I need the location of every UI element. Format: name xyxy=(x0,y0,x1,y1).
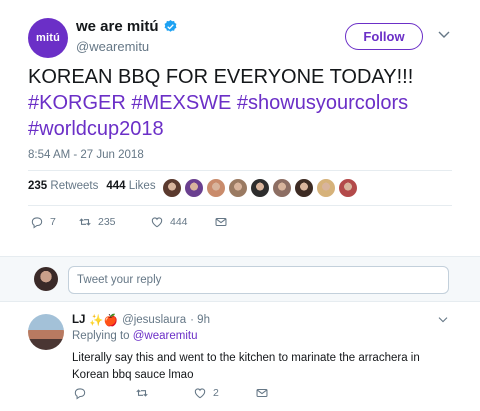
envelope-icon xyxy=(215,217,227,227)
author-avatar[interactable]: mitú xyxy=(28,18,68,58)
reply-reply-action[interactable] xyxy=(73,386,135,400)
retweet-action[interactable]: 235 xyxy=(78,215,150,229)
reply-count: 7 xyxy=(50,216,56,228)
divider xyxy=(28,170,452,171)
liker-avatars xyxy=(162,178,358,198)
divider xyxy=(28,205,452,206)
retweet-count: 235 xyxy=(98,216,116,228)
liker-avatar[interactable] xyxy=(206,178,226,198)
verified-badge-icon xyxy=(164,19,176,32)
heart-icon xyxy=(194,388,206,399)
heart-icon xyxy=(151,217,163,228)
reply-icon xyxy=(31,217,43,229)
replying-to: Replying to @wearemitu xyxy=(72,330,198,342)
reply-input[interactable]: Tweet your reply xyxy=(68,266,449,294)
author-name[interactable]: we are mitú xyxy=(76,18,159,35)
liker-avatar[interactable] xyxy=(162,178,182,198)
chevron-down-icon[interactable] xyxy=(438,30,450,40)
tweet-text-main: KOREAN BBQ FOR EVERYONE TODAY!!! xyxy=(28,66,414,88)
chevron-down-icon[interactable] xyxy=(438,316,448,324)
hashtags-line-1[interactable]: #KORGER #MEXSWE #showusyourcolors xyxy=(28,90,458,116)
reply-icon xyxy=(74,388,86,400)
reply-like-action[interactable]: 2 xyxy=(193,386,255,400)
reply-author-handle[interactable]: @jesuslaura xyxy=(122,314,186,326)
liker-avatar[interactable] xyxy=(184,178,204,198)
reply-retweet-action[interactable] xyxy=(135,386,193,400)
reply-time[interactable]: · 9h xyxy=(190,314,210,326)
replying-to-handle[interactable]: @wearemitu xyxy=(133,330,198,342)
envelope-icon xyxy=(256,388,268,398)
likes-stat[interactable]: 444 Likes xyxy=(106,180,155,192)
tweet-text: KOREAN BBQ FOR EVERYONE TODAY!!! #KORGER… xyxy=(28,64,458,142)
reply-avatar[interactable] xyxy=(28,314,64,350)
reply-author-emoji: ✨🍎 xyxy=(89,315,119,327)
liker-avatar[interactable] xyxy=(228,178,248,198)
main-tweet: mitú we are mitú @wearemitu Follow KOREA… xyxy=(0,0,480,256)
reply-like-count: 2 xyxy=(213,387,219,399)
follow-button[interactable]: Follow xyxy=(345,23,423,50)
reply-header: LJ ✨🍎 @jesuslaura · 9h xyxy=(72,313,210,327)
current-user-avatar xyxy=(34,267,58,291)
liker-avatar[interactable] xyxy=(250,178,270,198)
reply-message-action[interactable] xyxy=(255,386,269,400)
reply-author-name[interactable]: LJ xyxy=(72,314,85,326)
reply-action[interactable]: 7 xyxy=(30,215,78,229)
like-action[interactable]: 444 xyxy=(150,215,214,229)
retweet-icon xyxy=(79,218,91,226)
hashtags-line-2[interactable]: #worldcup2018 xyxy=(28,116,458,142)
reply-text: Literally say this and went to the kitch… xyxy=(72,352,420,381)
liker-avatar[interactable] xyxy=(338,178,358,198)
author-handle[interactable]: @wearemitu xyxy=(76,39,149,54)
liker-avatar[interactable] xyxy=(294,178,314,198)
tweet-actions: 7 235 444 xyxy=(30,215,228,229)
like-count: 444 xyxy=(170,216,188,228)
reply-actions: 2 xyxy=(73,386,269,400)
retweets-stat[interactable]: 235 Retweets xyxy=(28,180,98,192)
tweet-timestamp[interactable]: 8:54 AM - 27 Jun 2018 xyxy=(28,149,144,161)
message-action[interactable] xyxy=(214,215,228,229)
tweet-stats: 235 Retweets 444 Likes xyxy=(28,180,156,192)
reply-tweet: LJ ✨🍎 @jesuslaura · 9h Replying to @wear… xyxy=(0,302,480,411)
author-name-row[interactable]: we are mitú xyxy=(76,18,178,35)
retweet-icon xyxy=(136,389,148,397)
reply-composer: Tweet your reply xyxy=(0,256,480,302)
liker-avatar[interactable] xyxy=(272,178,292,198)
liker-avatar[interactable] xyxy=(316,178,336,198)
